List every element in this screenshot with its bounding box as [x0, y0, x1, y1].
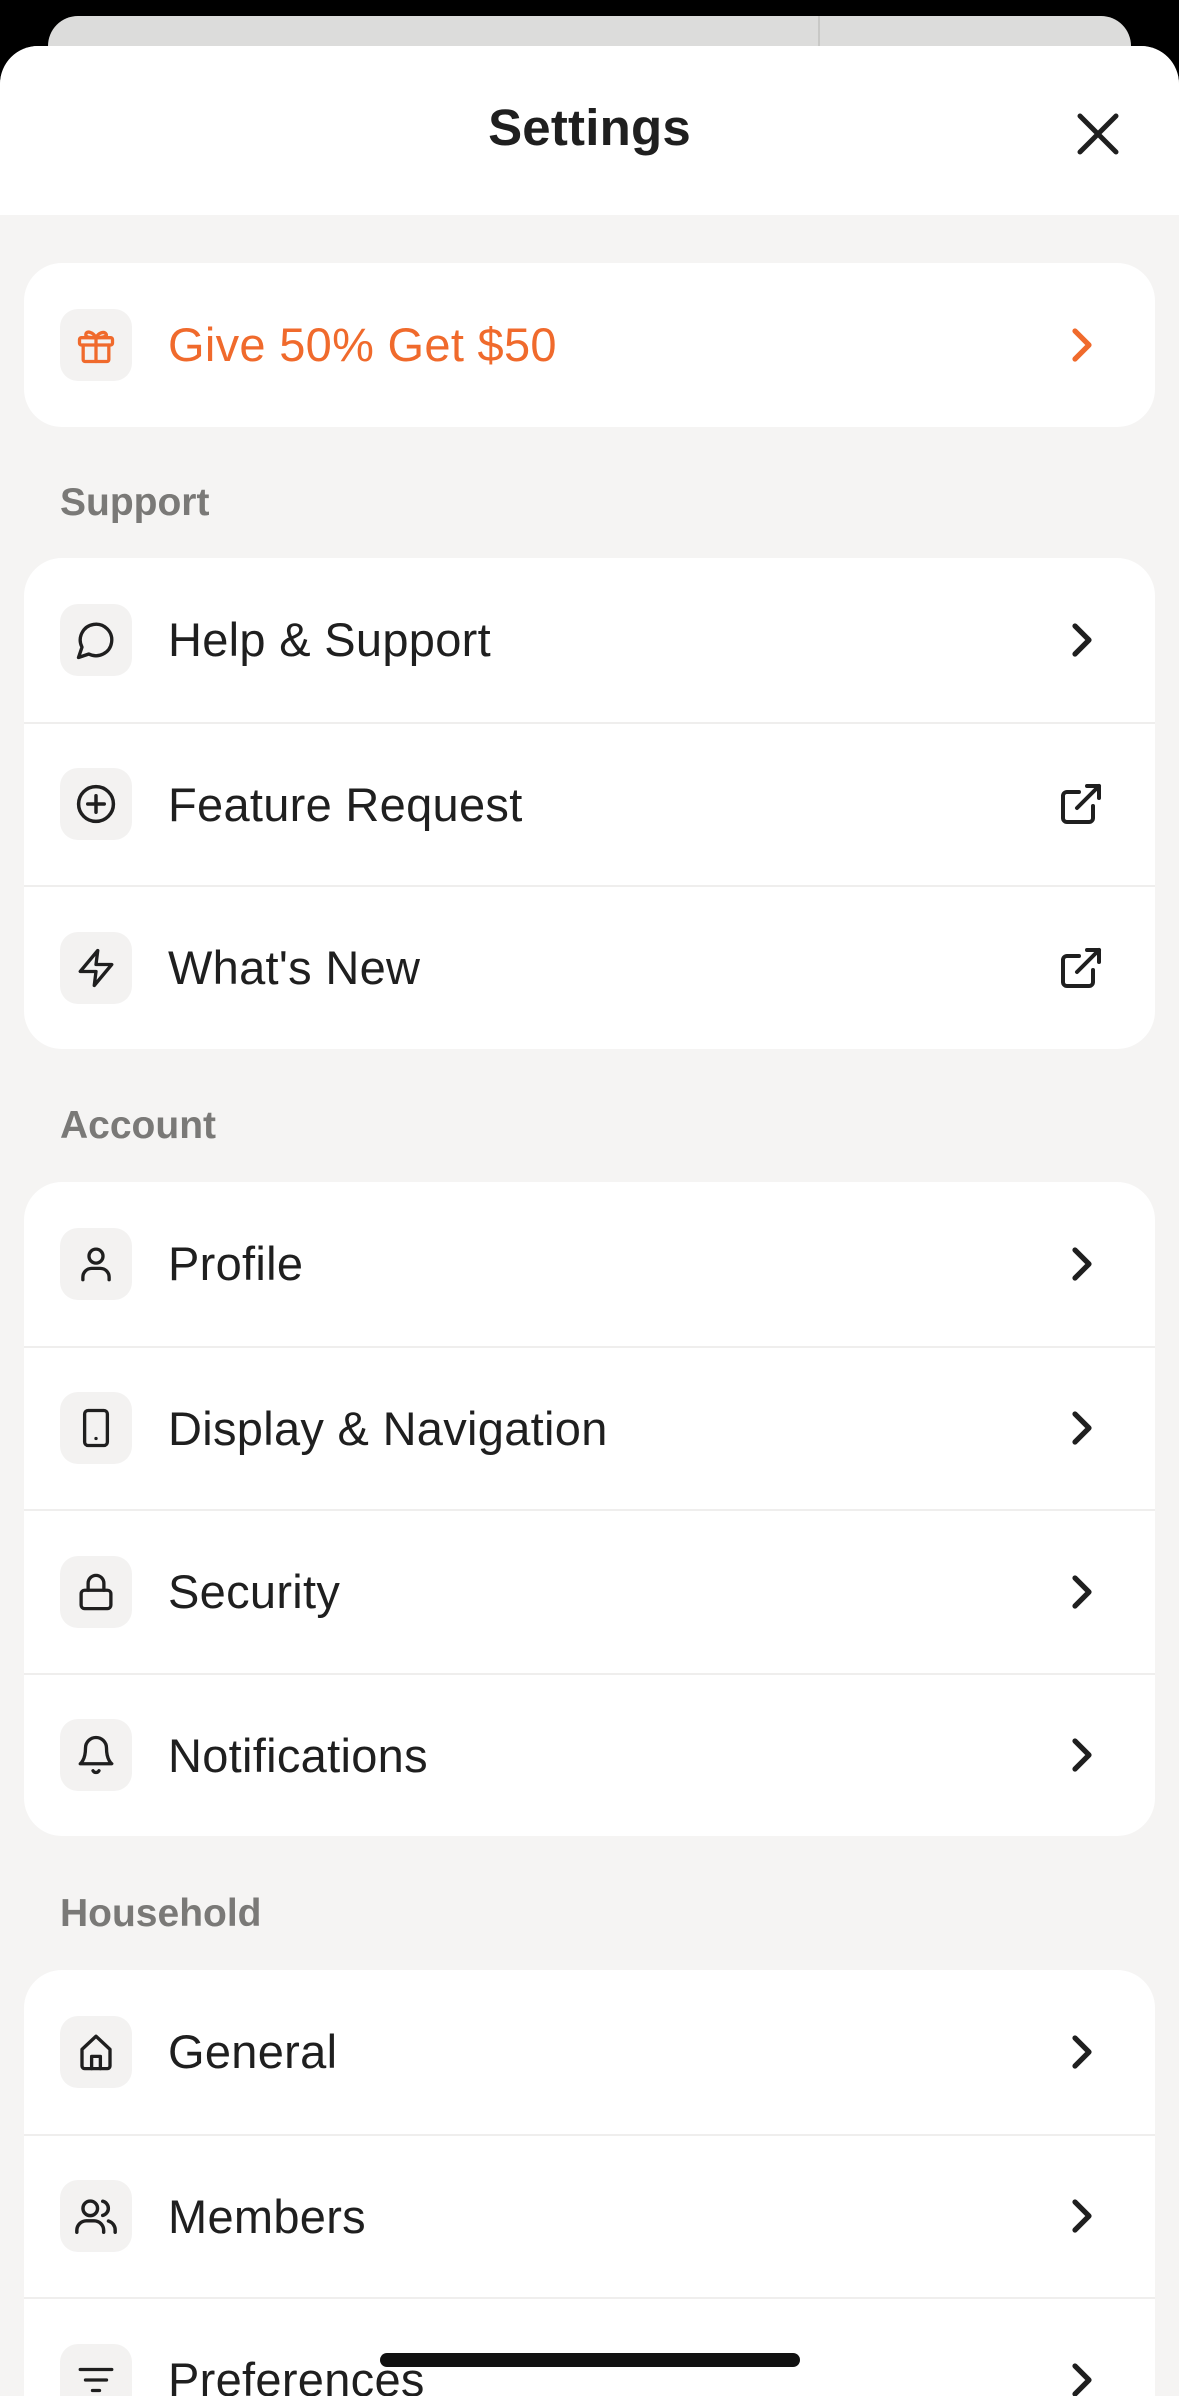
row-trail: [1051, 2022, 1111, 2082]
sheet-header: Settings: [0, 46, 1179, 215]
chevron-right-icon: [1072, 2199, 1092, 2233]
icon-box: [60, 1719, 132, 1792]
close-button[interactable]: [1068, 104, 1128, 164]
bell-icon: [78, 1736, 114, 1775]
row-trail: [1051, 774, 1111, 834]
promo-row[interactable]: Give 50% Get $50: [24, 263, 1155, 427]
account-item-display[interactable]: Display & Navigation: [24, 1345, 1155, 1510]
icon-box: [60, 2015, 132, 2088]
section-label-support: Support: [60, 481, 210, 524]
account-item-label: Display & Navigation: [168, 1401, 608, 1455]
row-trail: [1051, 938, 1111, 998]
support-item-label: Feature Request: [168, 777, 523, 831]
support-item-label: What's New: [168, 941, 421, 995]
promo-chevron: [1051, 315, 1111, 375]
chevron-right-icon: [1072, 2035, 1092, 2069]
chevron-right-icon: [1072, 1738, 1092, 1772]
household-item-members[interactable]: Members: [24, 2133, 1155, 2298]
support-item-label: Help & Support: [168, 613, 491, 667]
row-trail: [1051, 1234, 1111, 1294]
section-label-account: Account: [60, 1104, 216, 1147]
household-item-label: Members: [168, 2189, 366, 2243]
account-item-profile[interactable]: Profile: [24, 1182, 1155, 1346]
icon-box: [60, 768, 132, 841]
row-trail: [1051, 1725, 1111, 1785]
support-item-feature-request[interactable]: Feature Request: [24, 721, 1155, 886]
household-card: General Members Preferences: [24, 1970, 1155, 2396]
phone-icon: [82, 1409, 110, 1448]
row-trail: [1051, 1398, 1111, 1458]
home-indicator: [380, 2353, 800, 2367]
filter-icon: [78, 2367, 114, 2392]
row-trail: [1051, 610, 1111, 670]
lightning-icon: [78, 948, 114, 987]
page-title: Settings: [488, 99, 691, 156]
promo-label: Give 50% Get $50: [168, 318, 557, 372]
icon-box: [60, 2180, 132, 2253]
row-trail: [1051, 1562, 1111, 1622]
chat-bubble-icon: [76, 622, 114, 659]
house-icon: [80, 2034, 112, 2071]
icon-box: [60, 931, 132, 1004]
account-card: Profile Display & Navigation Security No…: [24, 1182, 1155, 1836]
chevron-right-icon: [1072, 1411, 1092, 1445]
account-item-notifications[interactable]: Notifications: [24, 1672, 1155, 1837]
chevron-right-icon: [1072, 623, 1092, 657]
promo-icon-box: [60, 308, 132, 381]
external-link-icon: [1061, 784, 1101, 825]
account-item-label: Profile: [168, 1237, 304, 1291]
icon-box: [60, 603, 132, 676]
external-link-icon: [1061, 947, 1101, 988]
household-item-label: General: [168, 2025, 338, 2079]
icon-box: [60, 1227, 132, 1300]
close-icon: [1077, 113, 1119, 155]
icon-box: [60, 1555, 132, 1628]
chevron-right-icon: [1072, 1247, 1092, 1281]
plus-circle-icon: [76, 785, 116, 824]
chevron-right-icon: [1072, 1575, 1092, 1609]
icon-box: [60, 1392, 132, 1465]
gift-icon: [77, 330, 115, 363]
row-trail: [1051, 2186, 1111, 2246]
row-trail: [1051, 2350, 1111, 2396]
lock-icon: [79, 1573, 113, 1611]
chevron-right-icon: [1072, 328, 1092, 362]
settings-sheet: Settings Give 50% Get $50 Support Help &…: [0, 46, 1179, 2396]
users-icon: [75, 2199, 117, 2235]
account-item-security[interactable]: Security: [24, 1509, 1155, 1673]
account-item-label: Notifications: [168, 1728, 428, 1782]
account-item-label: Security: [168, 1565, 341, 1619]
section-label-household: Household: [60, 1892, 262, 1935]
chevron-right-icon: [1072, 2363, 1092, 2396]
support-card: Help & Support Feature Request What's Ne…: [24, 558, 1155, 1049]
household-item-preferences[interactable]: Preferences: [24, 2297, 1155, 2396]
person-icon: [81, 1247, 111, 1282]
icon-box: [60, 2343, 132, 2396]
promo-card: Give 50% Get $50: [24, 263, 1155, 427]
household-item-general[interactable]: General: [24, 1970, 1155, 2134]
support-item-whats-new[interactable]: What's New: [24, 885, 1155, 1049]
support-item-help[interactable]: Help & Support: [24, 558, 1155, 722]
